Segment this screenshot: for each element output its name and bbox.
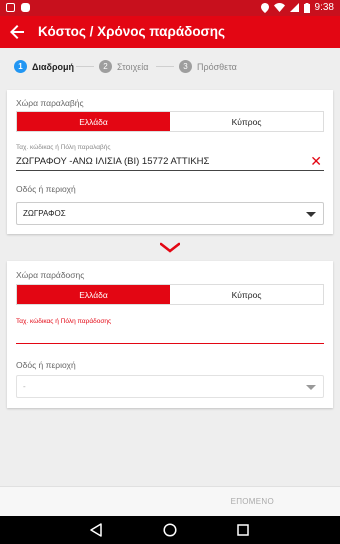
clock: 9:38 (314, 2, 334, 13)
step-number: 2 (99, 60, 112, 73)
step-divider (76, 66, 94, 67)
status-bar: 9:38 (0, 0, 340, 16)
pickup-country-greece[interactable]: Ελλάδα (17, 112, 170, 131)
app-bar: Κόστος / Χρόνος παράδοσης (0, 16, 340, 48)
pickup-postal-field[interactable]: ΖΩΓΡΑΦΟΥ -ΑΝΩ ΙΛΙΣΙΑ (ΒΙ) 15772 ΑΤΤΙΚΗΣ … (16, 153, 324, 171)
battery-icon (303, 2, 310, 13)
pickup-area-label: Οδός ή περιοχή (16, 184, 76, 194)
pickup-country-label: Χώρα παραλαβής (16, 98, 84, 108)
delivery-country-label: Χώρα παράδοσης (16, 270, 85, 280)
delivery-area-value: - (23, 382, 26, 391)
pickup-area-select[interactable]: ΖΩΓΡΑΦΟΣ (16, 202, 324, 225)
delivery-card: Χώρα παράδοσης Ελλάδα Κύπρος Ταχ. κώδικα… (7, 261, 333, 408)
field-underline (16, 342, 324, 344)
delivery-country-greece[interactable]: Ελλάδα (17, 285, 170, 304)
dropdown-arrow-icon (306, 212, 316, 217)
app-notification-icon (21, 3, 30, 12)
step-label: Πρόσθετα (197, 61, 237, 72)
pickup-area-value: ΖΩΓΡΑΦΟΣ (23, 209, 66, 218)
back-button[interactable] (10, 23, 30, 41)
footer-bar: ΕΠΟΜΕΝΟ (0, 486, 340, 516)
delivery-country-cyprus[interactable]: Κύπρος (170, 285, 323, 304)
delivery-postal-field[interactable] (16, 329, 324, 344)
dropdown-arrow-icon (306, 385, 316, 390)
field-underline (16, 170, 324, 171)
next-button[interactable]: ΕΠΟΜΕΝΟ (231, 497, 274, 506)
stepper: 1 Διαδρομή 2 Στοιχεία 3 Πρόσθετα (0, 54, 340, 80)
step-divider (156, 66, 174, 67)
step-details[interactable]: 2 Στοιχεία (99, 60, 149, 73)
step-label: Διαδρομή (32, 61, 75, 72)
step-extras[interactable]: 3 Πρόσθετα (179, 60, 237, 73)
pickup-card: Χώρα παραλαβής Ελλάδα Κύπρος Ταχ. κώδικα… (7, 90, 333, 234)
arrow-back-icon (10, 25, 24, 39)
signal-icon (289, 3, 299, 12)
pickup-postal-value: ΖΩΓΡΑΦΟΥ -ΑΝΩ ΙΛΙΣΙΑ (ΒΙ) 15772 ΑΤΤΙΚΗΣ (16, 156, 210, 167)
delivery-postal-hint: Ταχ. κώδικας ή Πόλη παράδοσης (16, 318, 112, 325)
pickup-postal-hint: Ταχ. κώδικας ή Πόλη παραλαβής (16, 144, 111, 151)
step-number: 3 (179, 60, 192, 73)
image-notification-icon (6, 3, 15, 12)
wifi-icon (273, 3, 285, 12)
delivery-country-toggle: Ελλάδα Κύπρος (16, 284, 324, 305)
clear-icon[interactable]: ✕ (310, 153, 322, 170)
chevron-down-icon[interactable] (159, 241, 181, 253)
page-title: Κόστος / Χρόνος παράδοσης (38, 24, 226, 39)
nav-back-icon[interactable] (90, 523, 102, 542)
navigation-bar (0, 516, 340, 544)
step-route[interactable]: 1 Διαδρομή (14, 60, 74, 73)
nav-recents-icon[interactable] (237, 523, 249, 541)
nav-home-icon[interactable] (163, 523, 177, 542)
pickup-country-toggle: Ελλάδα Κύπρος (16, 111, 324, 132)
delivery-area-select[interactable]: - (16, 375, 324, 398)
location-icon (260, 2, 269, 13)
delivery-area-label: Οδός ή περιοχή (16, 360, 76, 370)
step-label: Στοιχεία (117, 61, 149, 72)
pickup-country-cyprus[interactable]: Κύπρος (170, 112, 323, 131)
step-number: 1 (14, 60, 27, 73)
